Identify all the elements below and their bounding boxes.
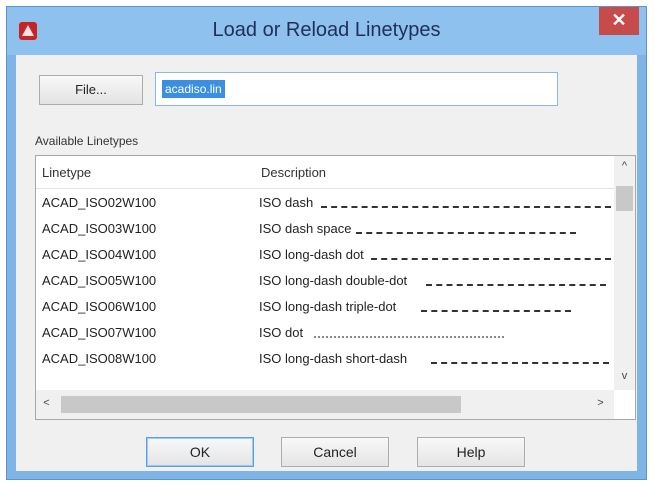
list-row[interactable]: ACAD_ISO03W100 ISO dash space — [36, 215, 614, 241]
linetype-description: ISO dot — [259, 325, 304, 340]
linetype-name: ACAD_ISO05W100 — [42, 273, 157, 288]
list-row[interactable]: ACAD_ISO05W100 ISO long-dash double-dot — [36, 267, 614, 293]
linetype-description: ISO long-dash dot — [259, 247, 364, 262]
linetype-pattern-preview — [314, 336, 504, 338]
column-header-linetype[interactable]: Linetype — [42, 165, 91, 180]
title-bar[interactable]: Load or Reload Linetypes ✕ — [7, 7, 646, 55]
scroll-down-arrow-icon[interactable]: v — [614, 370, 635, 382]
linetype-name: ACAD_ISO04W100 — [42, 247, 157, 262]
ok-button[interactable]: OK — [146, 437, 254, 467]
linetype-description: ISO dash space — [259, 221, 352, 236]
available-linetypes-label: Available Linetypes — [35, 134, 139, 148]
linetype-name: ACAD_ISO08W100 — [42, 351, 157, 366]
linetype-description: ISO long-dash double-dot — [259, 273, 408, 288]
linetype-pattern-preview — [426, 284, 606, 286]
scroll-right-arrow-icon[interactable]: > — [590, 397, 611, 409]
linetype-name: ACAD_ISO02W100 — [42, 195, 157, 210]
linetype-name: ACAD_ISO06W100 — [42, 299, 157, 314]
list-row[interactable]: ACAD_ISO04W100 ISO long-dash dot — [36, 241, 614, 267]
list-row[interactable]: ACAD_ISO08W100 ISO long-dash short-dash — [36, 345, 614, 371]
linetype-name: ACAD_ISO07W100 — [42, 325, 157, 340]
vertical-scroll-thumb[interactable] — [616, 186, 633, 211]
help-button[interactable]: Help — [417, 437, 525, 467]
dialog-window: Load or Reload Linetypes ✕ File... acadi… — [6, 6, 647, 480]
column-header-description[interactable]: Description — [261, 165, 326, 180]
horizontal-scroll-thumb[interactable] — [61, 396, 461, 413]
scroll-left-arrow-icon[interactable]: < — [36, 397, 57, 409]
scroll-up-arrow-icon[interactable]: ^ — [614, 160, 635, 172]
linetype-pattern-preview — [421, 310, 571, 312]
list-row[interactable]: ACAD_ISO07W100 ISO dot — [36, 319, 614, 345]
linetype-description: ISO dash — [259, 195, 314, 210]
list-header: Linetype Description — [36, 156, 614, 189]
cancel-button[interactable]: Cancel — [281, 437, 389, 467]
linetype-pattern-preview — [356, 232, 576, 234]
dialog-body: File... acadiso.lin Available Linetypes … — [16, 55, 637, 471]
close-button[interactable]: ✕ — [599, 7, 639, 35]
horizontal-scrollbar[interactable]: < > — [36, 390, 614, 419]
linetype-pattern-preview — [321, 206, 611, 208]
list-row[interactable]: ACAD_ISO02W100 ISO dash — [36, 189, 614, 215]
linetype-pattern-preview — [371, 258, 611, 260]
file-button[interactable]: File... — [39, 75, 143, 105]
linetype-list[interactable]: Linetype Description ACAD_ISO02W100 ISO … — [35, 155, 636, 420]
vertical-scrollbar[interactable]: ^ v — [614, 156, 635, 390]
dialog-title: Load or Reload Linetypes — [212, 19, 441, 41]
linetype-name: ACAD_ISO03W100 — [42, 221, 157, 236]
linetype-description: ISO long-dash short-dash — [259, 351, 408, 366]
linetype-description: ISO long-dash triple-dot — [259, 299, 397, 314]
file-name-value: acadiso.lin — [162, 80, 225, 98]
linetype-pattern-preview — [431, 362, 609, 364]
list-row[interactable]: ACAD_ISO06W100 ISO long-dash triple-dot — [36, 293, 614, 319]
file-name-input[interactable]: acadiso.lin — [155, 72, 558, 106]
